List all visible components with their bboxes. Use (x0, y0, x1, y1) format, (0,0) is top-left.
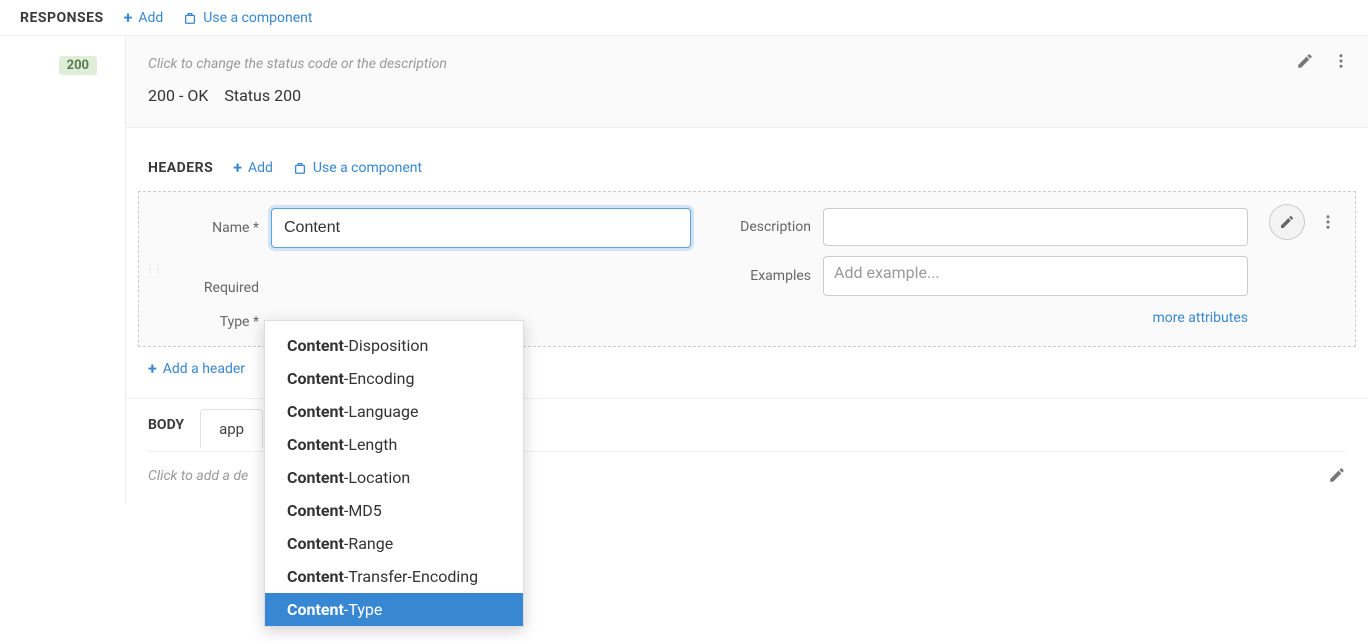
component-icon (293, 161, 307, 175)
use-header-component-label: Use a component (313, 160, 422, 176)
status-text: 200 - OK (148, 86, 208, 105)
add-header-button[interactable]: Add a header (148, 359, 245, 378)
add-header-label: Add a header (163, 361, 245, 377)
plus-icon (148, 359, 157, 378)
use-component-button[interactable]: Use a component (183, 10, 312, 26)
edit-header-button[interactable] (1269, 204, 1305, 240)
header-name-autocomplete: Content-DispositionContent-EncodingConte… (264, 320, 524, 627)
status-extra: Status 200 (224, 86, 301, 105)
response-actions (1296, 52, 1350, 70)
body-edit-icon[interactable] (1328, 466, 1346, 488)
add-header-top-button[interactable]: Add (233, 158, 273, 177)
drag-handle[interactable]: ⋮⋮ (145, 264, 161, 275)
header-more-icon[interactable] (1319, 213, 1337, 231)
body-content-type-tab[interactable]: app (200, 409, 263, 448)
add-response-label: Add (138, 10, 163, 26)
body-hint[interactable]: Click to add a de (148, 468, 248, 484)
name-label: Name * (149, 220, 259, 236)
responses-topbar: RESPONSES Add Use a component (0, 0, 1368, 36)
status-sidebar: 200 (0, 36, 125, 504)
autocomplete-option[interactable]: Content-Transfer-Encoding (265, 560, 523, 593)
header-name-input[interactable] (271, 208, 691, 248)
status-badge[interactable]: 200 (59, 56, 97, 75)
headers-title: HEADERS (148, 160, 213, 176)
autocomplete-option[interactable]: Content-Location (265, 461, 523, 494)
response-header: Click to change the status code or the d… (126, 36, 1368, 128)
examples-label: Examples (721, 268, 811, 284)
edit-icon[interactable] (1296, 52, 1314, 70)
type-label: Type * (149, 314, 259, 330)
autocomplete-option[interactable]: Content-Disposition (265, 329, 523, 362)
autocomplete-option[interactable]: Content-Range (265, 527, 523, 560)
autocomplete-option[interactable]: Content-Language (265, 395, 523, 428)
description-label: Description (721, 219, 811, 235)
add-header-top-label: Add (248, 160, 273, 176)
more-icon[interactable] (1332, 52, 1350, 70)
responses-title: RESPONSES (20, 10, 104, 26)
use-header-component-button[interactable]: Use a component (293, 160, 422, 176)
autocomplete-option[interactable]: Content-MD5 (265, 494, 523, 527)
use-component-label: Use a component (203, 10, 312, 26)
header-form-actions (1269, 204, 1337, 240)
plus-icon (233, 158, 242, 177)
add-response-button[interactable]: Add (124, 8, 164, 27)
status-hint[interactable]: Click to change the status code or the d… (148, 56, 1346, 72)
main-area: 200 Click to change the status code or t… (0, 36, 1368, 504)
component-icon (183, 11, 197, 25)
examples-input[interactable] (823, 256, 1248, 296)
autocomplete-option[interactable]: Content-Length (265, 428, 523, 461)
description-input[interactable] (823, 208, 1248, 246)
headers-bar: HEADERS Add Use a component (126, 128, 1368, 191)
status-line: 200 - OK Status 200 (148, 86, 1346, 105)
body-label: BODY (148, 399, 184, 451)
more-attributes-link[interactable]: more attributes (721, 310, 1248, 326)
plus-icon (124, 8, 133, 27)
required-label: Required (149, 280, 259, 296)
autocomplete-option[interactable]: Content-Type (265, 593, 523, 626)
autocomplete-option[interactable]: Content-Encoding (265, 362, 523, 395)
